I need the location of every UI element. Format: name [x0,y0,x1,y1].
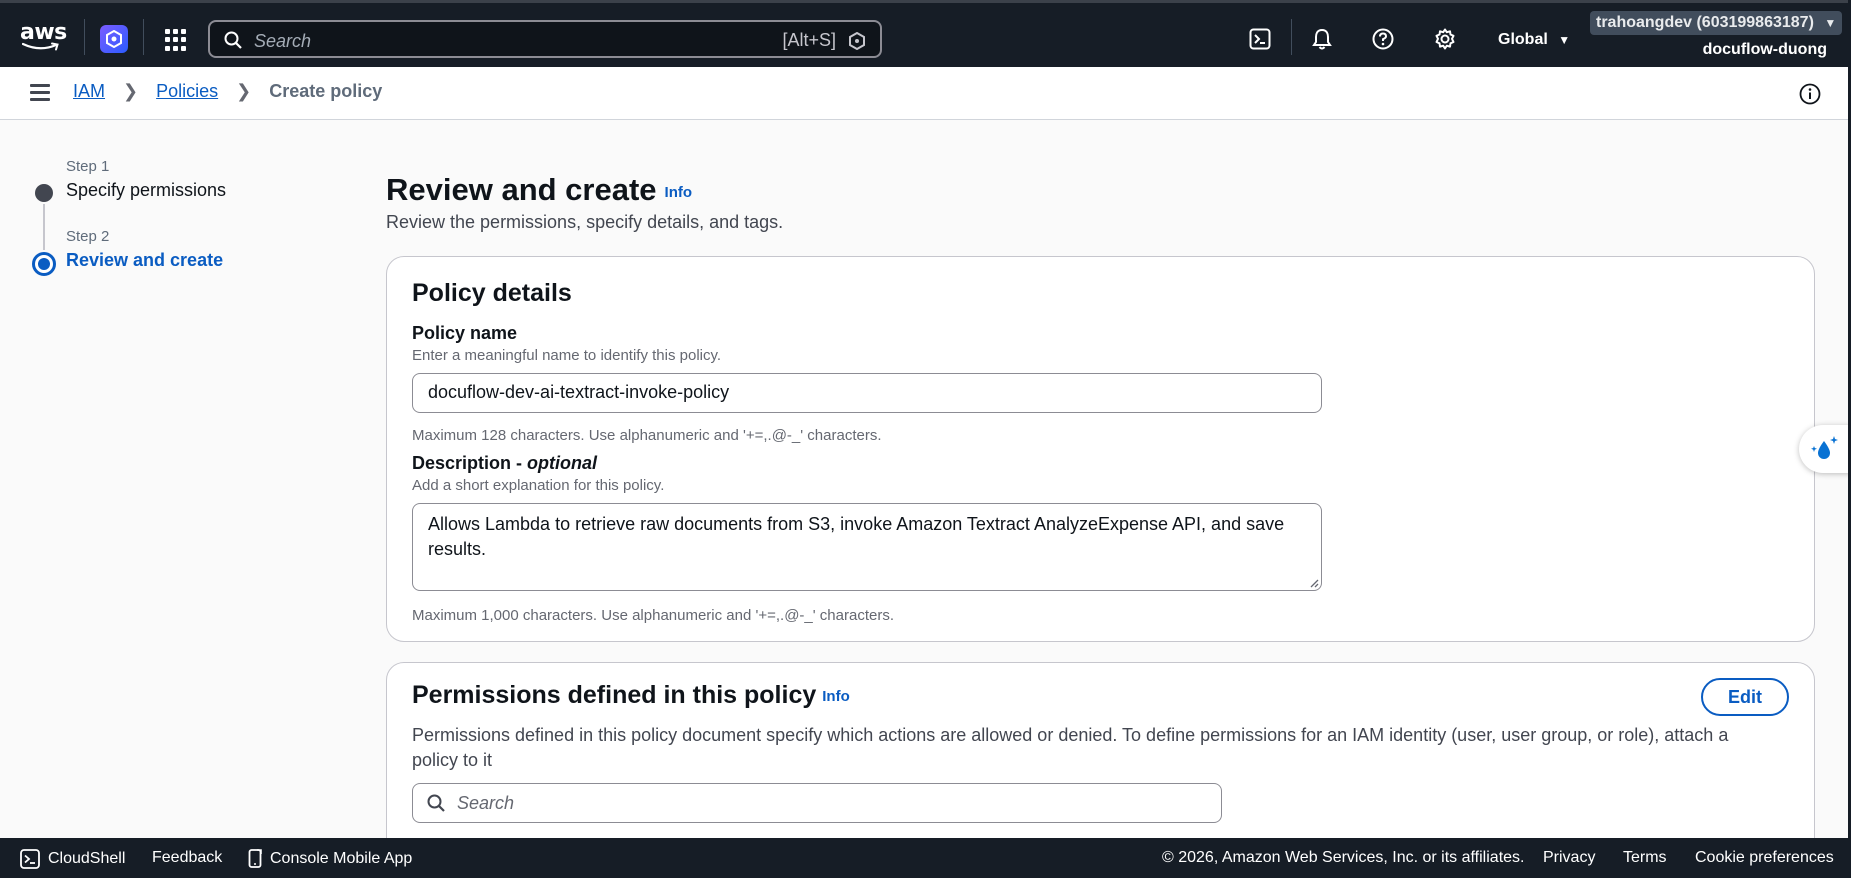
step-connector [43,204,45,250]
breadcrumb: IAM ❯ Policies ❯ Create policy [73,81,382,102]
amazon-q-search-icon[interactable] [848,32,866,50]
permissions-info-link[interactable]: Info [822,688,850,705]
step-2-active-icon [32,252,56,276]
notifications-bell-icon[interactable] [1310,27,1334,51]
aws-smile-icon [22,42,59,51]
search-icon [427,794,445,812]
nav-divider [143,19,144,55]
page-info-link[interactable]: Info [665,184,693,201]
policy-details-card: Policy details Policy name Enter a meani… [386,256,1815,642]
cloudshell-icon[interactable] [1248,27,1272,51]
breadcrumb-current: Create policy [269,81,383,101]
permissions-description: Permissions defined in this policy docum… [412,725,1729,770]
search-placeholder: Search [254,31,312,51]
policy-name-label: Policy name [412,323,518,343]
footer-terms[interactable]: Terms [1623,849,1667,867]
chevron-right-icon: ❯ [236,81,252,101]
global-search-input[interactable]: Search [Alt+S] [208,20,882,58]
amazon-q-assistant-button[interactable] [1799,425,1851,473]
footer-mobile-app-label: Console Mobile App [270,850,413,867]
description-value: Allows Lambda to retrieve raw documents … [428,514,1285,559]
resize-handle-icon[interactable] [1309,578,1319,588]
permissions-heading: Permissions defined in this policy Info [412,681,850,710]
page-title-text: Review and create [386,172,657,207]
search-shortcut: [Alt+S] [782,30,836,50]
account-alias: docuflow-duong [1702,41,1827,58]
step-2-title: Review and create [66,250,224,270]
menu-hamburger-icon[interactable] [30,84,50,101]
search-icon [224,31,242,49]
footer-cookie-preferences[interactable]: Cookie preferences [1695,849,1834,867]
permissions-search-placeholder: Search [457,793,515,813]
aws-logo-text: aws [20,20,67,45]
description-optional: optional [527,453,598,473]
footer: CloudShell Feedback Console Mobile App ©… [0,838,1851,878]
footer-feedback[interactable]: Feedback [152,849,222,867]
settings-gear-icon[interactable] [1433,27,1457,51]
page-title: Review and create Info [386,172,692,208]
breadcrumb-bar: IAM ❯ Policies ❯ Create policy [0,67,1851,120]
policy-name-input[interactable]: docuflow-dev-ai-textract-invoke-policy [412,373,1322,413]
policy-name-constraint: Maximum 128 characters. Use alphanumeric… [412,427,882,444]
aws-logo[interactable]: aws [20,20,67,51]
services-grid-icon[interactable] [165,29,187,51]
policy-details-heading: Policy details [412,279,572,307]
amazon-q-icon[interactable] [100,25,128,53]
nav-divider [1291,19,1292,55]
help-icon[interactable] [1371,27,1395,51]
sparkle-drop-icon [1811,436,1838,459]
description-constraint: Maximum 1,000 characters. Use alphanumer… [412,607,894,624]
step-2-label: Step 2 [66,228,110,245]
description-textarea[interactable]: Allows Lambda to retrieve raw documents … [412,503,1322,591]
main-content: Step 1 Specify permissions Step 2 Review… [0,120,1851,878]
edit-button[interactable]: Edit [1701,678,1789,716]
top-navigation: aws Search [Alt+S] Global ▼ trahoangdev … [0,0,1851,67]
mobile-phone-icon [248,849,262,868]
info-panel-icon[interactable] [1799,83,1821,105]
step-1-title[interactable]: Specify permissions [66,180,226,201]
permissions-heading-text: Permissions defined in this policy [412,681,817,709]
region-label: Global [1498,31,1548,48]
footer-copyright: © 2026, Amazon Web Services, Inc. or its… [1162,849,1525,866]
breadcrumb-policies[interactable]: Policies [156,81,218,102]
policy-name-desc: Enter a meaningful name to identify this… [412,347,722,364]
step-1-completed-icon [35,184,53,202]
chevron-right-icon: ❯ [123,81,139,101]
caret-down-icon: ▼ [1558,33,1571,47]
caret-down-icon: ▼ [1824,16,1837,30]
footer-privacy[interactable]: Privacy [1543,849,1595,867]
region-selector[interactable]: Global ▼ [1498,31,1570,49]
description-label: Description - optional [412,453,597,474]
cloudshell-icon [20,849,40,869]
nav-divider [84,19,85,55]
account-name: trahoangdev (603199863187) [1596,14,1814,31]
page-description: Review the permissions, specify details,… [386,212,784,232]
footer-mobile-app[interactable]: Console Mobile App [248,849,412,869]
step-1-label: Step 1 [66,158,110,175]
footer-cloudshell[interactable]: CloudShell [20,849,125,869]
permissions-search-input[interactable]: Search [412,783,1222,823]
description-desc: Add a short explanation for this policy. [412,477,665,494]
footer-cloudshell-label: CloudShell [48,850,126,867]
account-menu[interactable]: trahoangdev (603199863187) ▼ [1590,11,1843,35]
description-label-text: Description - [412,453,528,473]
breadcrumb-iam[interactable]: IAM [73,81,105,102]
